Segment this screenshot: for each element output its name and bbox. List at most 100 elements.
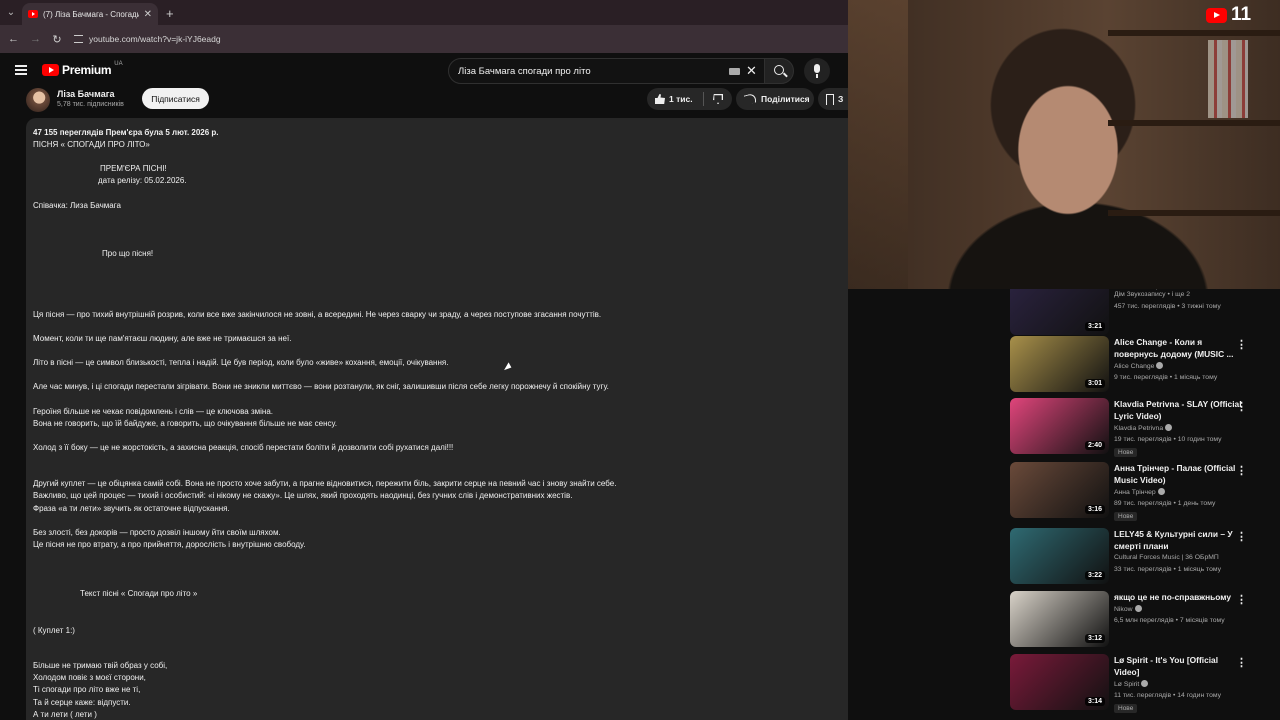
share-label: Поділитися [761,94,810,104]
like-button[interactable]: 1 тис. [647,94,703,104]
address-bar: ← → ↻ youtube.com/watch?v=jk-iYJ6eadg [0,25,848,53]
dislike-button[interactable] [704,94,732,104]
more-actions-icon[interactable]: ⋮ [1236,593,1247,606]
search-input[interactable]: Ліза Бачмага спогади про літо ✕ [448,58,765,84]
url-field[interactable]: youtube.com/watch?v=jk-iYJ6eadg [74,34,221,44]
channel-name[interactable]: Cultural Forces Music | 36 ОБрМП [1114,554,1219,561]
reload-icon[interactable]: ↻ [52,33,62,46]
more-actions-icon[interactable]: ⋮ [1236,464,1247,477]
subscriber-count: 5,78 тис. підписників [57,101,124,108]
forward-icon[interactable]: → [30,33,41,45]
search-button[interactable] [764,58,794,84]
more-actions-icon[interactable]: ⋮ [1236,338,1247,351]
bookmark-icon [826,93,834,105]
description-line: Ті спогади про літо вже не ті, [33,685,141,694]
recommendation-item[interactable]: 3:12 якщо це не по-справжньому Nikow 6,5 мл… [1010,591,1280,651]
voice-search-icon[interactable] [804,58,830,84]
video-description[interactable]: 47 155 переглядів Прем'єра була 5 лют. 2… [26,118,848,720]
description-line: Важливо, що цей процес — тихий і особист… [33,491,573,500]
like-count: 1 тис. [669,94,693,104]
channel-row: Ліза Бачмага 5,78 тис. підписників Підпи… [0,88,848,116]
description-line: Холод з її боку — це не жорстокість, а з… [33,443,454,452]
video-title[interactable]: LELY45 & Культурні сили – У смерті плани [1114,528,1244,552]
channel-name[interactable]: Дім Звукозапису • і ще 2 [1114,291,1190,298]
background-shelf [1108,30,1280,36]
verified-icon [1141,680,1149,687]
channel-name[interactable]: Ліза Бачмага [57,89,114,99]
video-meta: 19 тис. переглядів • 10 годин тому [1114,436,1222,443]
channel-name-text: Cultural Forces Music | 36 ОБрМП [1114,554,1219,561]
video-duration: 2:40 [1084,441,1105,450]
video-duration: 3:21 [1084,322,1105,331]
description-line: Фраза «а ти лети» звучить як остаточне в… [33,504,230,513]
channel-name[interactable]: Nikow [1114,605,1142,613]
back-icon[interactable]: ← [8,33,19,45]
save-button[interactable]: З [818,88,848,110]
video-thumbnail[interactable]: 3:14 [1010,654,1109,710]
channel-name[interactable]: Анна Трінчер [1114,488,1165,496]
like-dislike-group: 1 тис. [647,88,732,110]
video-title[interactable]: якщо це не по-справжньому [1114,591,1244,603]
subscribe-button[interactable]: Підписатися [142,88,209,109]
new-badge: Нове [1114,448,1138,457]
video-thumbnail[interactable]: 3:01 [1010,336,1109,392]
share-button[interactable]: Поділитися [736,88,814,110]
recommendation-item[interactable]: 3:21- 2 СЕЗОН, 1 ВИПУСКДім Звукозапису •… [1010,289,1280,339]
video-meta: 11 тис. переглядів • 14 годин тому [1114,692,1222,699]
recommendation-item[interactable]: 2:40 Klavdia Petrivna - SLAY (Official Ly… [1010,398,1280,458]
more-actions-icon[interactable]: ⋮ [1236,400,1247,413]
recommendation-item[interactable]: 3:14 Lø Spirit - It's You [Official Video… [1010,654,1280,714]
channel-name-text: Lø Spirit [1114,681,1140,688]
youtube-favicon-icon [28,10,38,18]
video-thumbnail[interactable]: 2:40 [1010,398,1109,454]
recommendation-item[interactable]: 3:01 Alice Change - Коли я повернусь додо… [1010,336,1280,396]
video-meta: 6,5 млн переглядів • 7 місяців тому [1114,617,1225,624]
video-thumbnail[interactable]: 3:22 [1010,528,1109,584]
browser-tab-bar: ⌄ (7) Ліза Бачмага - Спогади пр ✕ + [0,0,848,25]
verified-icon [1157,488,1165,495]
recommendation-item[interactable]: 3:22 LELY45 & Культурні сили – У смерті п… [1010,528,1280,588]
description-line: Літо в пісні — це символ близькості, теп… [33,358,449,367]
new-badge: Нове [1114,512,1138,521]
video-title[interactable]: Анна Трінчер - Палає (Official Music Vid… [1114,462,1244,486]
video-duration: 3:16 [1084,505,1105,514]
description-line: Момент, коли ти ще пам'ятаєш людину, але… [33,334,292,343]
channel-name[interactable]: Klavdia Petrivna [1114,424,1173,432]
youtube-header: Premium UA Ліза Бачмага спогади про літо… [0,53,848,88]
thumbs-down-icon [713,94,723,104]
video-duration: 3:22 [1084,571,1105,580]
site-info-icon[interactable] [74,35,83,43]
video-thumbnail[interactable]: 3:12 [1010,591,1109,647]
keyboard-icon[interactable] [729,68,740,75]
channel-avatar[interactable] [26,88,50,112]
new-badge: Нове [1114,704,1138,713]
recommendation-item[interactable]: 3:16 Анна Трінчер - Палає (Official Music… [1010,462,1280,522]
new-tab-button[interactable]: + [166,3,174,25]
save-label: З [838,94,844,104]
description-line: ПРЕМ'ЄРА ПІСНІ! [100,164,167,173]
video-title[interactable]: Klavdia Petrivna - SLAY (Official Lyric … [1114,398,1244,422]
more-actions-icon[interactable]: ⋮ [1236,530,1247,543]
youtube-logo[interactable]: Premium UA [42,61,123,77]
more-actions-icon[interactable]: ⋮ [1236,656,1247,669]
tab-list-icon[interactable]: ⌄ [0,0,22,25]
video-meta: 9 тис. переглядів • 1 місяць тому [1114,374,1218,381]
clear-search-icon[interactable]: ✕ [746,63,757,79]
video-thumbnail[interactable]: 3:16 [1010,462,1109,518]
logo-region: UA [114,61,123,67]
video-title[interactable]: Alice Change - Коли я повернусь додому (… [1114,336,1244,360]
channel-name[interactable]: Alice Change [1114,362,1164,370]
browser-tab[interactable]: (7) Ліза Бачмага - Спогади пр ✕ [22,3,158,25]
description-line: 47 155 переглядів Прем'єра була 5 лют. 2… [33,128,219,137]
description-line: А ти лети ( лети ) [33,710,97,719]
video-thumbnail[interactable]: 3:21 [1010,289,1109,335]
verified-icon [1165,424,1173,431]
description-line: ( Куплет 1:) [33,626,75,635]
menu-icon[interactable] [15,65,27,75]
video-duration: 3:12 [1084,634,1105,643]
description-line: ПІСНЯ « СПОГАДИ ПРО ЛІТО» [33,140,150,149]
tab-close-icon[interactable]: ✕ [144,9,152,20]
description-line: Це пісня не про втрату, а про прийняття,… [33,540,306,549]
channel-name[interactable]: Lø Spirit [1114,680,1149,688]
video-title[interactable]: Lø Spirit - It's You [Official Video] [1114,654,1244,678]
